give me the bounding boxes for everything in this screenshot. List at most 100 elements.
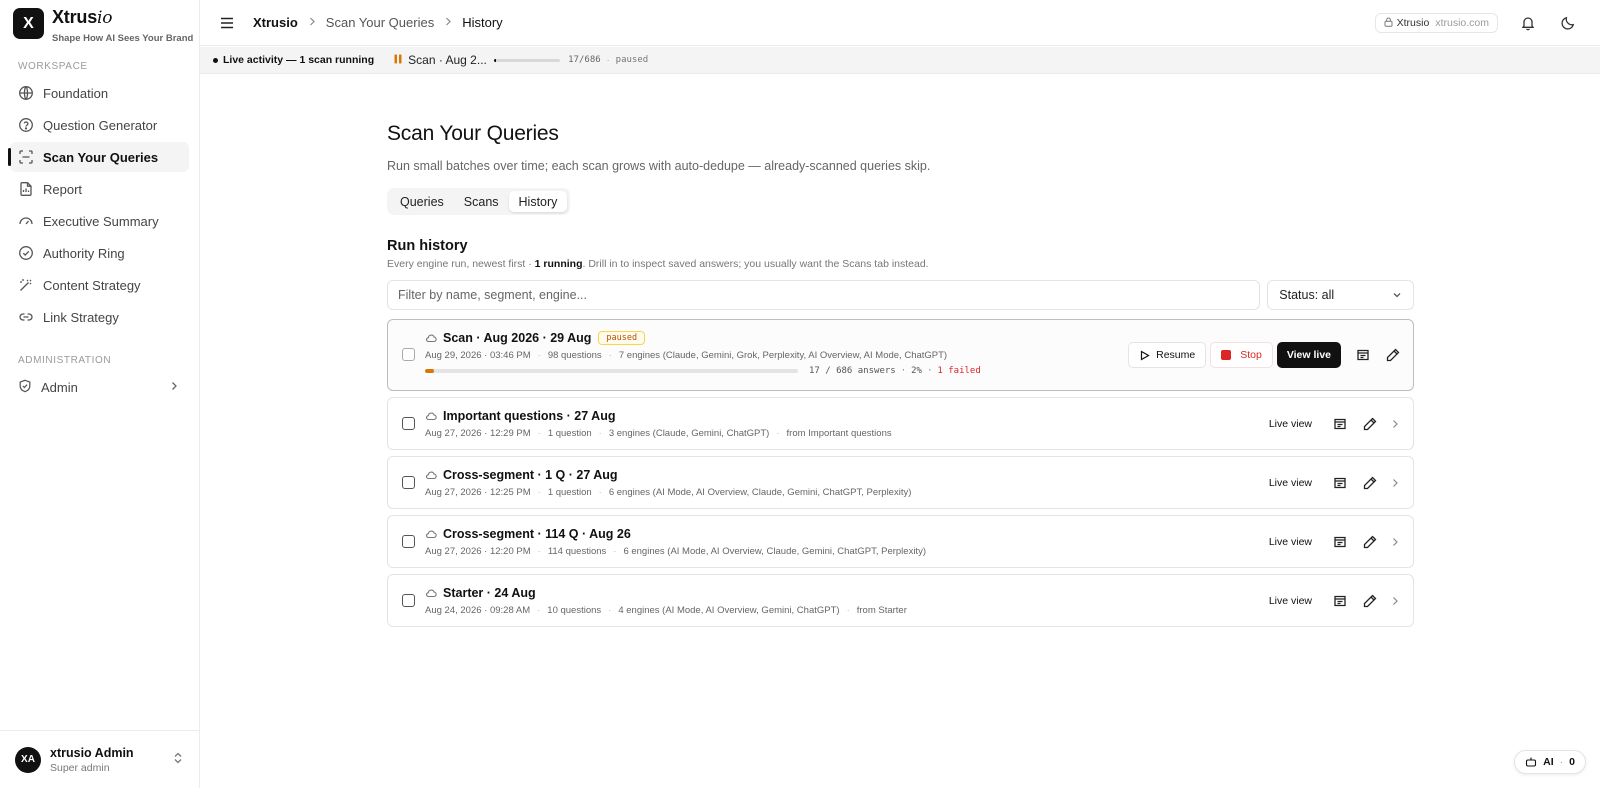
run-source: from Important questions <box>786 428 892 439</box>
sidebar-item-authority-ring[interactable]: Authority Ring <box>10 238 189 268</box>
run-date: Aug 27, 2026 · 12:20 PM <box>425 546 531 557</box>
cloud-icon <box>425 410 437 422</box>
run-answers: 17 / 686 answers <box>809 366 896 376</box>
edit-icon[interactable] <box>1362 416 1378 432</box>
sidebar-item-admin[interactable]: Admin <box>10 372 189 402</box>
run-date: Aug 24, 2026 · 09:28 AM <box>425 605 531 616</box>
active-scan-chip[interactable]: Scan · Aug 2... 17/686 · paused <box>394 53 648 67</box>
chevron-right-icon[interactable] <box>1390 537 1400 547</box>
run-percent: 2% <box>911 366 922 376</box>
ai-assistant-button[interactable]: AI · 0 <box>1514 750 1586 774</box>
page-title: Scan Your Queries <box>387 122 559 145</box>
sidebar-item-executive-summary[interactable]: Executive Summary <box>10 206 189 236</box>
cloud-icon <box>425 469 437 481</box>
sidebar-item-label: Report <box>43 181 83 197</box>
stop-button[interactable]: Stop <box>1210 342 1273 368</box>
run-row[interactable]: Cross-segment · 1 Q · 27 Aug Aug 27, 202… <box>387 456 1414 509</box>
page-subtitle: Run small batches over time; each scan g… <box>387 159 931 173</box>
run-title: Starter · 24 Aug <box>443 586 536 600</box>
live-view-link[interactable]: Live view <box>1269 477 1312 489</box>
run-questions: 1 question <box>547 487 592 498</box>
live-view-link[interactable]: Live view <box>1269 536 1312 548</box>
breadcrumb-item: History <box>462 15 503 30</box>
chevron-down-icon <box>1391 289 1403 301</box>
row-checkbox[interactable] <box>402 348 415 361</box>
sidebar-item-scan-your-queries[interactable]: Scan Your Queries <box>8 142 189 172</box>
chevron-right-icon[interactable] <box>1390 478 1400 488</box>
live-activity-label: Live activity — 1 scan running <box>223 54 375 66</box>
run-questions: 1 question <box>547 428 592 439</box>
moon-icon[interactable] <box>1560 15 1576 31</box>
report-icon[interactable] <box>1332 475 1348 491</box>
separator: · <box>606 55 610 65</box>
report-icon[interactable] <box>1332 416 1348 432</box>
edit-icon[interactable] <box>1362 475 1378 491</box>
tab-bar: Queries Scans History <box>387 188 571 215</box>
cloud-icon <box>425 587 437 599</box>
live-view-link[interactable]: Live view <box>1269 595 1312 607</box>
live-view-link[interactable]: Live view <box>1269 418 1312 430</box>
status-filter[interactable]: Status: all <box>1267 280 1414 310</box>
run-row[interactable]: Important questions · 27 Aug Aug 27, 202… <box>387 397 1414 450</box>
status-filter-value: Status: all <box>1279 288 1335 302</box>
sidebar-item-label: Link Strategy <box>43 309 119 325</box>
chevron-right-icon[interactable] <box>1390 596 1400 606</box>
sidebar-item-question-generator[interactable]: Question Generator <box>10 110 189 140</box>
filter-input[interactable] <box>387 280 1261 310</box>
active-scan-progress <box>494 58 561 62</box>
sidebar-item-content-strategy[interactable]: Content Strategy <box>10 270 189 300</box>
shield-icon <box>18 379 34 395</box>
report-icon[interactable] <box>1355 347 1371 363</box>
brand-name: Xtrusio <box>52 7 113 28</box>
view-live-button[interactable]: View live <box>1276 342 1341 368</box>
chevron-right-icon[interactable] <box>1390 419 1400 429</box>
active-scan-status: paused <box>615 55 649 65</box>
lock-icon <box>1384 17 1393 30</box>
run-engines: 3 engines (Claude, Gemini, ChatGPT) <box>608 428 770 439</box>
separator: · <box>846 605 850 616</box>
run-engines: 7 engines (Claude, Gemini, Grok, Perplex… <box>618 350 948 361</box>
run-progress-bar <box>425 369 798 373</box>
sidebar-item-report[interactable]: Report <box>10 174 189 204</box>
row-checkbox[interactable] <box>402 594 415 607</box>
run-row[interactable]: Scan · Aug 2026 · 29 Aug paused Aug 29, … <box>387 319 1414 391</box>
breadcrumb-item[interactable]: Xtrusio <box>253 15 298 30</box>
breadcrumb-item[interactable]: Scan Your Queries <box>326 15 434 30</box>
tab-scans[interactable]: Scans <box>454 191 509 212</box>
breadcrumb: Xtrusio Scan Your Queries History <box>253 15 503 30</box>
run-row[interactable]: Cross-segment · 114 Q · Aug 26 Aug 27, 2… <box>387 515 1414 568</box>
sidebar-item-foundation[interactable]: Foundation <box>10 78 189 108</box>
menu-icon[interactable] <box>220 15 236 31</box>
tab-history[interactable]: History <box>508 191 568 212</box>
sidebar-item-label: Executive Summary <box>43 213 159 229</box>
file-icon <box>18 181 34 197</box>
tab-queries[interactable]: Queries <box>390 191 454 212</box>
check-circle-icon <box>18 245 34 261</box>
run-engines: 6 engines (AI Mode, AI Overview, Claude,… <box>623 546 926 557</box>
run-title: Cross-segment · 114 Q · Aug 26 <box>443 527 631 541</box>
brand[interactable]: X Xtrusio Shape How AI Sees Your Brand <box>0 0 199 52</box>
run-row[interactable]: Starter · 24 Aug Aug 24, 2026 · 09:28 AM… <box>387 574 1414 627</box>
report-icon[interactable] <box>1332 593 1348 609</box>
edit-icon[interactable] <box>1362 534 1378 550</box>
edit-icon[interactable] <box>1362 593 1378 609</box>
separator: · <box>598 428 602 439</box>
site-switcher[interactable]: Xtrusio xtrusio.com <box>1374 13 1498 33</box>
sidebar-item-link-strategy[interactable]: Link Strategy <box>10 302 189 332</box>
report-icon[interactable] <box>1332 534 1348 550</box>
row-checkbox[interactable] <box>402 476 415 489</box>
section-subtitle: Every engine run, newest first · 1 runni… <box>387 258 929 270</box>
separator: · <box>900 366 907 376</box>
bell-icon[interactable] <box>1520 15 1536 31</box>
separator: · <box>537 428 541 439</box>
row-checkbox[interactable] <box>402 535 415 548</box>
cloud-icon <box>425 528 437 540</box>
row-checkbox[interactable] <box>402 417 415 430</box>
edit-icon[interactable] <box>1385 347 1401 363</box>
user-menu[interactable]: XA xtrusio Admin Super admin <box>0 730 199 788</box>
resume-button[interactable]: Resume <box>1128 342 1207 368</box>
active-scan-name: Scan · Aug 2... <box>408 53 487 67</box>
chevron-right-icon <box>308 17 316 29</box>
wand-icon <box>18 277 34 293</box>
globe-icon <box>18 85 34 101</box>
